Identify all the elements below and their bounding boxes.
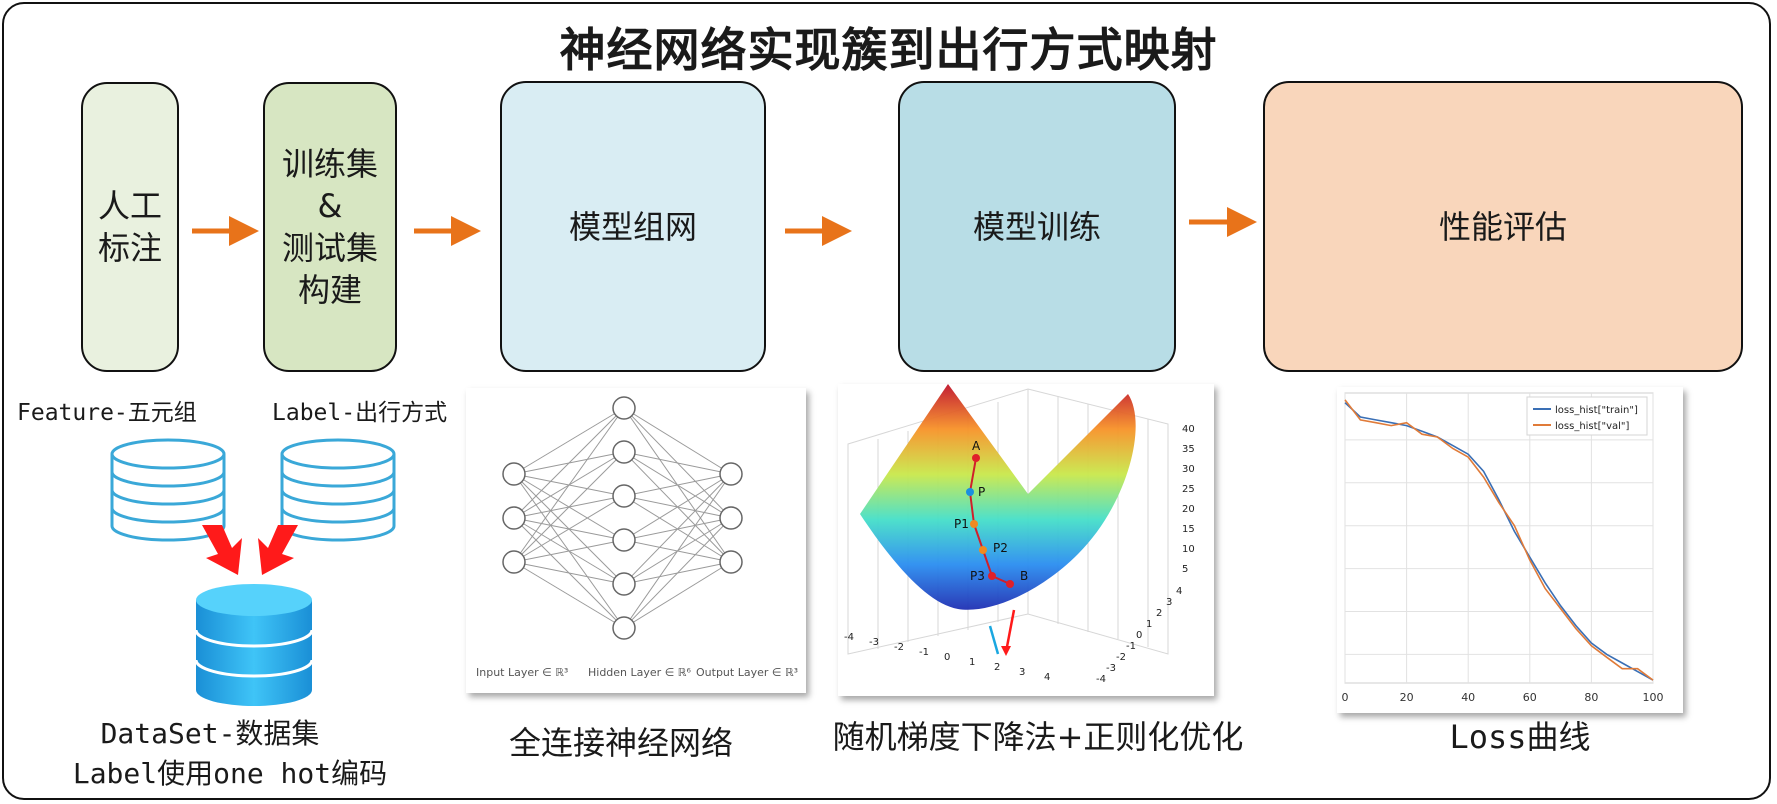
y-tick-label: -1 bbox=[1126, 641, 1136, 652]
surface-panel: A P P1 P2 P3 B 40 35 30 25 20 15 10 5 -4 -3 -2 -1 0 1 2 3 4 … bbox=[838, 384, 1214, 696]
y-tick-label: -2 bbox=[1116, 652, 1126, 663]
hidden-layer-label: Hidden Layer ∈ ℝ⁶ bbox=[588, 666, 691, 679]
descent-point-label: P1 bbox=[954, 517, 969, 531]
z-tick-label: 15 bbox=[1182, 524, 1195, 535]
x-tick-label: 0 bbox=[1342, 691, 1349, 704]
network-node bbox=[502, 506, 526, 530]
dataset-caption-line2: Label使用one hot编码 bbox=[72, 757, 388, 790]
feature-label: Feature-五元组 bbox=[17, 400, 197, 426]
loss-chart-panel: 0 20 40 60 80 100 loss_hist["train"] loss_hist[… bbox=[1337, 387, 1683, 713]
loss-chart: 0 20 40 60 80 100loss_hist["train"]loss_hist[… bbox=[1342, 392, 1664, 704]
network-edge bbox=[513, 451, 625, 563]
y-tick-label: 3 bbox=[1166, 597, 1172, 608]
x-tick-label: 1 bbox=[969, 657, 975, 668]
x-tick-label: 80 bbox=[1584, 691, 1598, 704]
x-tick-label: -3 bbox=[869, 637, 879, 648]
input-layer-label: Input Layer ∈ ℝ³ bbox=[476, 666, 568, 679]
network-node bbox=[502, 462, 526, 486]
x-tick-label: 60 bbox=[1523, 691, 1537, 704]
network-edge bbox=[623, 473, 732, 541]
loss-caption: Loss曲线 bbox=[1449, 718, 1591, 756]
z-tick-label: 30 bbox=[1182, 464, 1195, 475]
x-tick-label: 0 bbox=[944, 652, 950, 663]
x-tick-label: 3 bbox=[1019, 667, 1025, 678]
x-tick-label: 4 bbox=[1044, 672, 1050, 683]
gradient-red-arrow bbox=[1004, 609, 1016, 653]
output-layer-label: Output Layer ∈ ℝ³ bbox=[696, 666, 798, 679]
descent-point-label: P2 bbox=[993, 541, 1008, 555]
descent-point bbox=[1006, 580, 1014, 588]
z-tick-label: 20 bbox=[1182, 504, 1195, 515]
descent-point-label: B bbox=[1020, 569, 1028, 583]
x-tick-label: 100 bbox=[1643, 691, 1664, 704]
y-tick-label: -4 bbox=[1096, 674, 1106, 685]
network-edge bbox=[623, 473, 732, 585]
y-tick-label: 1 bbox=[1146, 619, 1152, 630]
network-caption: 全连接神经网络 bbox=[508, 724, 733, 762]
z-tick-label: 25 bbox=[1182, 484, 1195, 495]
network-diagram: Input Layer ∈ ℝ³ Hidden Layer ∈ ℝ⁶ Output … bbox=[476, 396, 798, 679]
network-edge bbox=[513, 407, 625, 475]
database-icons bbox=[110, 438, 396, 706]
label-label: Label-出行方式 bbox=[272, 400, 448, 426]
descent-point-label: P bbox=[978, 485, 985, 499]
network-edge bbox=[623, 561, 732, 629]
x-tick-label: -2 bbox=[894, 642, 904, 653]
descent-point-label: A bbox=[972, 439, 981, 453]
surface-caption: 随机梯度下降法+正则化优化 bbox=[832, 718, 1244, 756]
network-edge bbox=[623, 407, 732, 475]
legend: loss_hist["train"] loss_hist["val"] bbox=[1526, 396, 1648, 436]
network-edge bbox=[513, 407, 625, 519]
network-edge bbox=[513, 495, 625, 563]
descent-point bbox=[979, 546, 987, 554]
network-node bbox=[612, 528, 636, 552]
network-node bbox=[612, 484, 636, 508]
descent-point bbox=[970, 520, 978, 528]
y-tick-label: -3 bbox=[1106, 663, 1116, 674]
network-node bbox=[719, 506, 743, 530]
network-edge bbox=[513, 407, 625, 563]
network-panel: Input Layer ∈ ℝ³ Hidden Layer ∈ ℝ⁶ Output … bbox=[466, 388, 806, 693]
network-node bbox=[612, 440, 636, 464]
network-node bbox=[612, 616, 636, 640]
y-tick-label: 0 bbox=[1136, 630, 1142, 641]
descent-point-label: P3 bbox=[970, 569, 985, 583]
y-tick-label: 4 bbox=[1176, 586, 1182, 597]
merge-red-arrows bbox=[202, 525, 298, 575]
dataset-caption-line1: DataSet-数据集 bbox=[100, 717, 320, 750]
x-tick-label: 2 bbox=[994, 662, 1000, 673]
network-node bbox=[502, 550, 526, 574]
descent-point bbox=[966, 488, 974, 496]
network-node bbox=[719, 550, 743, 574]
x-tick-label: 20 bbox=[1400, 691, 1414, 704]
z-tick-label: 10 bbox=[1182, 544, 1195, 555]
z-tick-label: 40 bbox=[1182, 424, 1195, 435]
y-tick-label: 2 bbox=[1156, 608, 1162, 619]
gradient-blue-arrow bbox=[988, 625, 1000, 655]
network-edge bbox=[513, 561, 625, 629]
network-node bbox=[612, 396, 636, 420]
network-edge bbox=[513, 561, 625, 585]
z-tick-label: 5 bbox=[1182, 564, 1188, 575]
network-edge bbox=[623, 473, 732, 629]
z-tick-label: 35 bbox=[1182, 444, 1195, 455]
legend-label: loss_hist["train"] bbox=[1555, 405, 1638, 416]
network-edge bbox=[513, 539, 625, 563]
network-node bbox=[719, 462, 743, 486]
x-tick-label: 40 bbox=[1461, 691, 1475, 704]
dataset-database-icon bbox=[194, 584, 314, 706]
network-edge bbox=[623, 517, 732, 629]
legend-label: loss_hist["val"] bbox=[1555, 421, 1629, 432]
descent-point bbox=[988, 572, 996, 580]
network-edge bbox=[623, 451, 732, 475]
network-edge bbox=[623, 473, 732, 497]
label-database-icon bbox=[280, 438, 396, 542]
descent-point bbox=[972, 454, 980, 462]
x-tick-label: -4 bbox=[844, 632, 854, 643]
network-node bbox=[612, 572, 636, 596]
plot-area bbox=[1344, 392, 1654, 684]
x-tick-label: -1 bbox=[919, 647, 929, 658]
loss-surface-plot: APP1P2P3 B 403530252015105 -4 -3 -2 -1 0 1 2 3 4 … bbox=[844, 384, 1195, 685]
